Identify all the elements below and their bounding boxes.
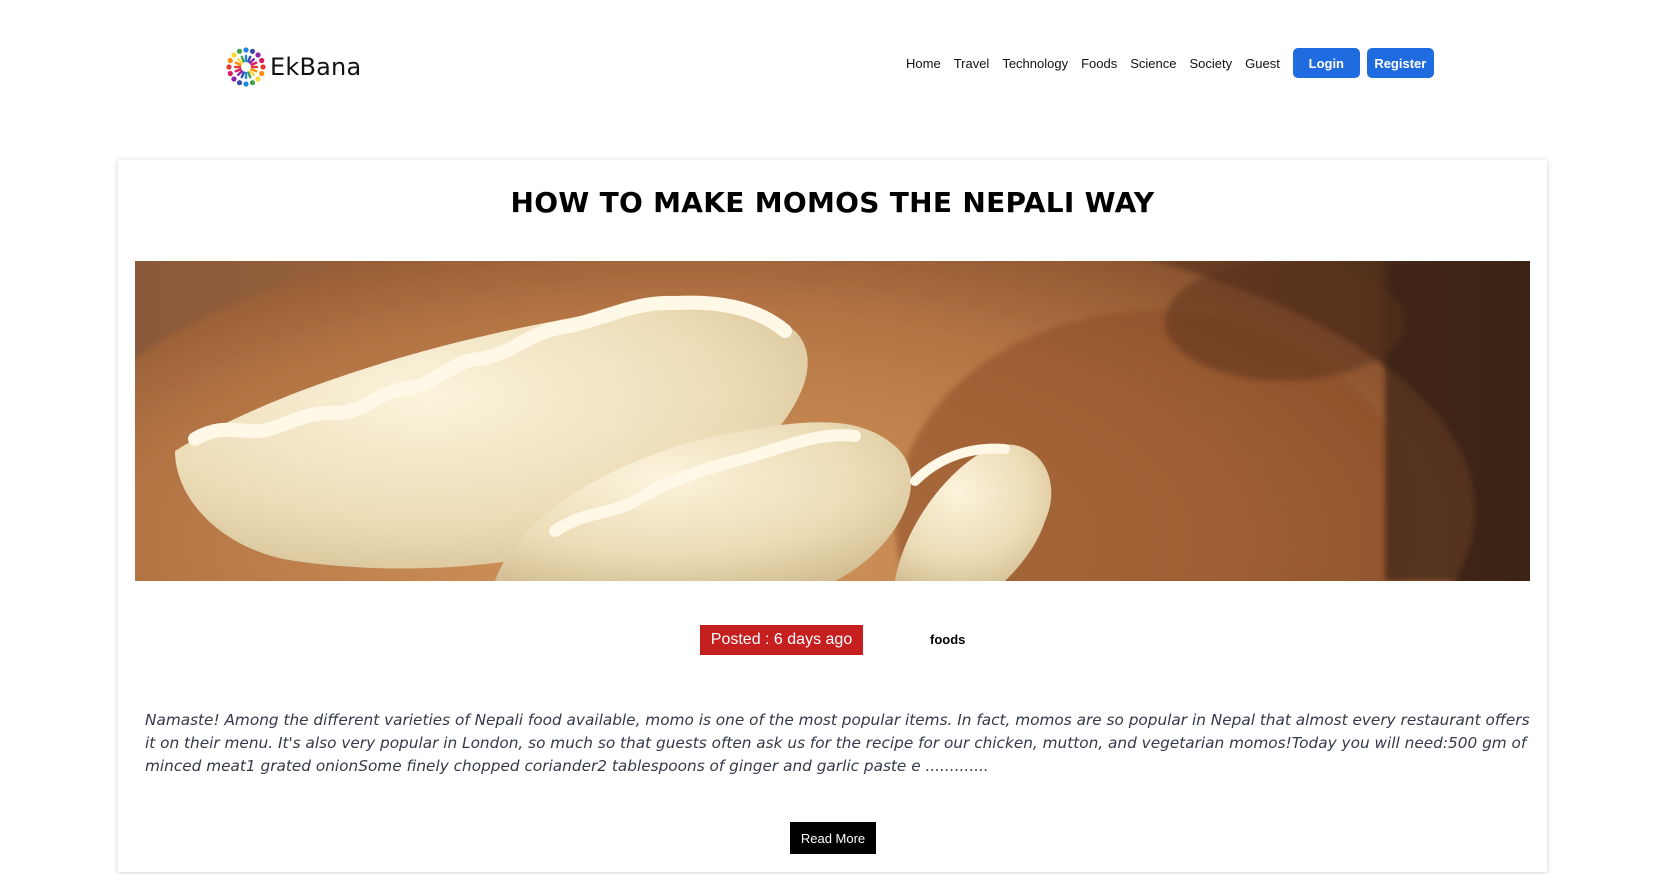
logo-person-head [243,47,249,53]
logo-person-head [249,80,256,86]
logo-person-body [249,70,255,76]
logo-person-head [226,64,232,70]
brand-logo[interactable]: EkBana [224,45,361,89]
colorful-people-circle-logo-icon [226,47,266,87]
momos-image [135,261,1530,581]
nav-link-society[interactable]: Society [1190,56,1233,71]
article-card: HOW TO MAKE MOMOS THE NEPALI WAY Posted … [118,160,1547,872]
logo-person-body [247,55,252,63]
posted-badge: Posted : 6 days ago [700,625,863,655]
logo-person-head [255,76,261,82]
logo-person-head [243,81,249,87]
logo-person-body [247,71,252,79]
logo-person-body [240,55,245,63]
article-title: HOW TO MAKE MOMOS THE NEPALI WAY [510,186,1155,219]
nav-link-guest[interactable]: Guest [1245,56,1280,71]
nav-link-home[interactable]: Home [906,56,941,71]
logo-person-body [234,68,242,73]
nav-link-science[interactable]: Science [1130,56,1176,71]
logo-person-head [236,80,243,86]
logo-person-head [255,52,261,58]
logo-person-head [259,57,265,64]
logo-person-head [231,52,237,58]
logo-person-body [240,71,245,79]
read-more-button[interactable]: Read More [790,822,876,854]
logo-person-head [231,76,237,82]
nav-link-travel[interactable]: Travel [954,56,990,71]
logo-person-head [227,70,233,77]
site-header: EkBana Home Travel Technology Foods Scie… [0,0,1656,130]
logo-person-head [236,48,243,54]
article-hero-image [135,261,1530,581]
main-nav: Home Travel Technology Foods Science Soc… [906,48,1434,78]
logo-person-head [260,64,266,70]
nav-link-technology[interactable]: Technology [1002,56,1068,71]
logo-person-body [250,68,258,73]
logo-person-body [234,61,242,66]
logo-person-body [250,61,258,66]
category-label[interactable]: foods [930,632,965,647]
login-button[interactable]: Login [1292,48,1360,78]
logo-person-head [227,57,233,64]
article-excerpt: Namaste! Among the different varieties o… [145,711,1530,775]
logo-person-head [249,48,256,54]
logo-person-body [237,58,243,64]
logo-person-body [249,58,255,64]
brand-name: EkBana [270,53,362,81]
register-button[interactable]: Register [1366,48,1434,78]
nav-link-foods[interactable]: Foods [1081,56,1117,71]
logo-person-head [259,70,265,77]
logo-person-body [237,70,243,76]
